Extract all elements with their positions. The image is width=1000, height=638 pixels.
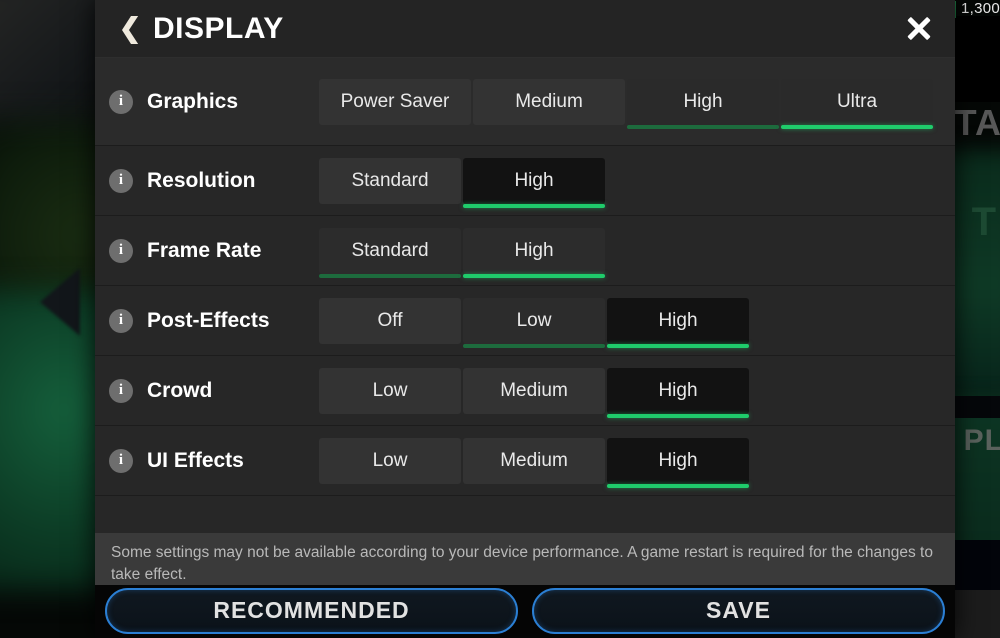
save-button-label: SAVE: [706, 597, 771, 623]
background-shape-arrow: [40, 268, 80, 336]
setting-label: Frame Rate: [147, 238, 262, 262]
option-high[interactable]: High: [607, 437, 749, 488]
option-label: Medium: [500, 379, 568, 401]
recommended-button-label: RECOMMENDED: [213, 597, 410, 623]
option-group-crowd: Low Medium High: [319, 367, 749, 418]
option-label: Off: [377, 309, 403, 331]
info-icon[interactable]: i: [109, 168, 133, 193]
info-icon[interactable]: i: [109, 238, 133, 263]
option-indicator-bar: [607, 483, 749, 488]
option-label: High: [658, 309, 698, 331]
info-icon[interactable]: i: [109, 378, 133, 403]
option-indicator-bar: [463, 203, 605, 208]
option-label: High: [683, 90, 723, 112]
option-label: Low: [372, 449, 408, 471]
option-label: Medium: [500, 449, 568, 471]
option-indicator-bar: [627, 124, 779, 129]
option-group-graphics: Power Saver Medium High Ultra: [319, 78, 933, 129]
setting-label: Post-Effects: [147, 308, 270, 332]
info-icon[interactable]: i: [109, 308, 133, 333]
option-indicator-bar: [463, 273, 605, 278]
option-label: High: [514, 169, 554, 191]
setting-label: UI Effects: [147, 448, 244, 472]
background-text-fragment-t: T: [971, 200, 996, 244]
display-settings-dialog: ❮ DISPLAY i Graphics Power Saver Medium …: [95, 0, 955, 638]
currency-count: 1,300: [960, 0, 1000, 17]
settings-list: i Graphics Power Saver Medium High Ultra: [95, 58, 955, 533]
option-medium[interactable]: Medium: [473, 78, 625, 125]
option-group-frame-rate: Standard High: [319, 227, 605, 278]
close-icon[interactable]: [901, 11, 937, 47]
save-button[interactable]: SAVE: [532, 587, 945, 634]
option-high[interactable]: High: [463, 227, 605, 278]
option-label: High: [658, 449, 698, 471]
setting-row-resolution: i Resolution Standard High: [95, 146, 955, 216]
option-label: High: [658, 379, 698, 401]
setting-row-graphics: i Graphics Power Saver Medium High Ultra: [95, 58, 955, 146]
option-indicator-bar: [319, 273, 461, 278]
setting-row-crowd: i Crowd Low Medium High: [95, 356, 955, 426]
option-label: Medium: [515, 90, 583, 112]
setting-label: Crowd: [147, 378, 213, 402]
dialog-header: ❮ DISPLAY: [95, 0, 955, 58]
chevron-left-icon[interactable]: ❮: [117, 14, 143, 44]
option-high[interactable]: High: [607, 297, 749, 348]
dialog-footer: RECOMMENDED SAVE: [95, 585, 955, 638]
info-icon[interactable]: i: [109, 89, 133, 114]
option-standard[interactable]: Standard: [319, 157, 461, 204]
option-label: Standard: [351, 169, 429, 191]
option-group-resolution: Standard High: [319, 157, 605, 208]
option-label: High: [514, 239, 554, 261]
setting-label: Graphics: [147, 89, 239, 113]
option-high[interactable]: High: [627, 78, 779, 129]
option-group-ui-effects: Low Medium High: [319, 437, 749, 488]
option-low[interactable]: Low: [463, 297, 605, 348]
option-group-post-effects: Off Low High: [319, 297, 749, 348]
setting-row-post-effects: i Post-Effects Off Low High: [95, 286, 955, 356]
setting-label: Resolution: [147, 168, 256, 192]
option-label: Standard: [351, 239, 429, 261]
setting-row-frame-rate: i Frame Rate Standard High: [95, 216, 955, 286]
option-low[interactable]: Low: [319, 367, 461, 414]
option-indicator-bar: [463, 343, 605, 348]
option-indicator-bar: [781, 124, 933, 129]
option-off[interactable]: Off: [319, 297, 461, 344]
info-icon[interactable]: i: [109, 448, 133, 473]
option-label: Low: [516, 309, 552, 331]
option-label: Low: [372, 379, 408, 401]
option-high[interactable]: High: [463, 157, 605, 208]
page-title: DISPLAY: [153, 11, 284, 45]
option-power-saver[interactable]: Power Saver: [319, 78, 471, 125]
option-high[interactable]: High: [607, 367, 749, 418]
recommended-button[interactable]: RECOMMENDED: [105, 587, 518, 634]
option-label: Power Saver: [340, 90, 450, 112]
option-indicator-bar: [607, 343, 749, 348]
option-low[interactable]: Low: [319, 437, 461, 484]
settings-note: Some settings may not be available accor…: [95, 533, 955, 585]
setting-row-ui-effects: i UI Effects Low Medium High: [95, 426, 955, 496]
option-label: Ultra: [836, 90, 878, 112]
option-standard[interactable]: Standard: [319, 227, 461, 278]
option-medium[interactable]: Medium: [463, 437, 605, 484]
background-text-fragment-pl: PL: [963, 424, 1000, 457]
background-text-fragment-ta: TA: [954, 102, 1000, 143]
option-indicator-bar: [607, 413, 749, 418]
option-ultra[interactable]: Ultra: [781, 78, 933, 129]
option-medium[interactable]: Medium: [463, 367, 605, 414]
